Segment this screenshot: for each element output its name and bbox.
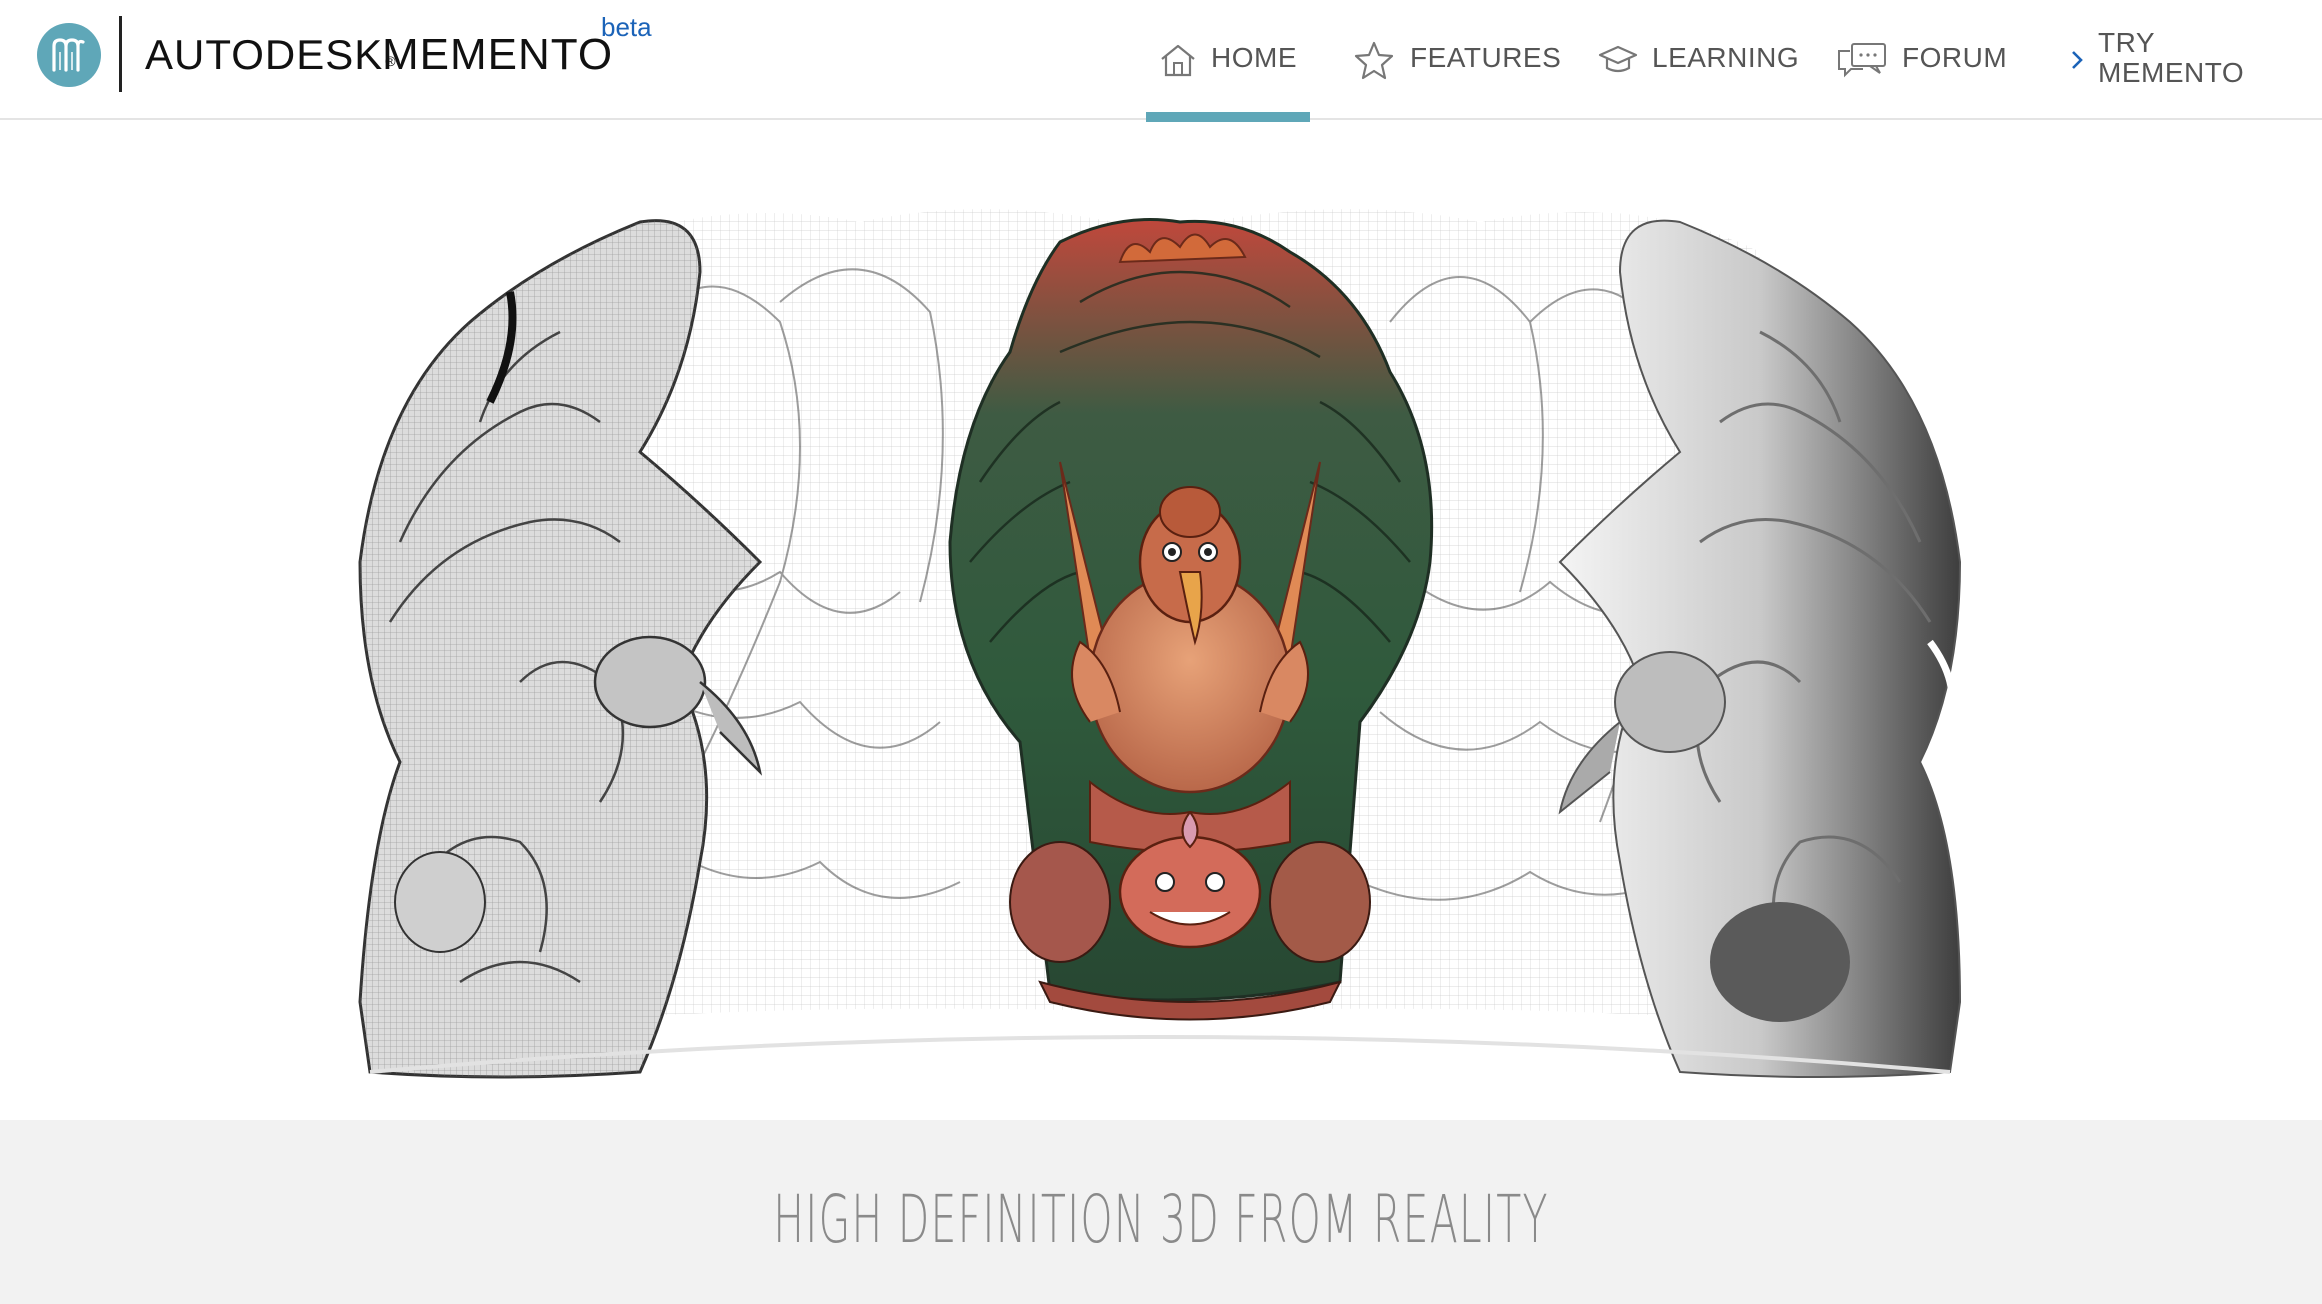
- nav-try-memento-label: TRY MEMENTO: [2098, 27, 2245, 88]
- nav-try-memento[interactable]: TRY MEMENTO: [2070, 0, 2244, 120]
- chat-bubbles-icon: [1836, 41, 1888, 79]
- nav-home[interactable]: HOME: [1146, 0, 1310, 122]
- nav-learning-label: LEARNING: [1652, 42, 1800, 73]
- logo-divider: [119, 16, 122, 92]
- nav-features-label: FEATURES: [1410, 42, 1562, 73]
- hero-banner: [0, 122, 2322, 1120]
- brand-company-text: AUTODESK: [145, 31, 384, 78]
- nav-features[interactable]: FEATURES: [1352, 0, 1561, 120]
- nav-forum-label: FORUM: [1902, 42, 2008, 73]
- home-icon: [1159, 42, 1197, 78]
- nav-home-label: HOME: [1211, 42, 1297, 73]
- memento-m-logo-icon[interactable]: [36, 22, 102, 88]
- top-header: AUTODESK ® MEMENTO beta HOME FEATURES LE…: [0, 0, 2322, 122]
- hero-tagline: HIGH DEFINITION 3D FROM REALITY: [773, 1181, 1549, 1258]
- star-icon: [1352, 40, 1396, 80]
- brand-company-name: AUTODESK ®: [145, 30, 397, 80]
- chevron-right-icon: [2070, 49, 2084, 71]
- brand-product-name: MEMENTO: [382, 30, 614, 79]
- beta-badge: beta: [601, 12, 652, 42]
- active-tab-indicator: [1146, 112, 1310, 122]
- garuda-statue-3d-scan-rotation-showcase: [358, 209, 1962, 1079]
- graduation-cap-icon: [1598, 44, 1638, 76]
- center-statue-textured: [948, 218, 1434, 1021]
- nav-forum[interactable]: FORUM: [1836, 0, 2007, 120]
- tagline-band: HIGH DEFINITION 3D FROM REALITY: [0, 1120, 2322, 1304]
- nav-learning[interactable]: LEARNING: [1598, 0, 1799, 120]
